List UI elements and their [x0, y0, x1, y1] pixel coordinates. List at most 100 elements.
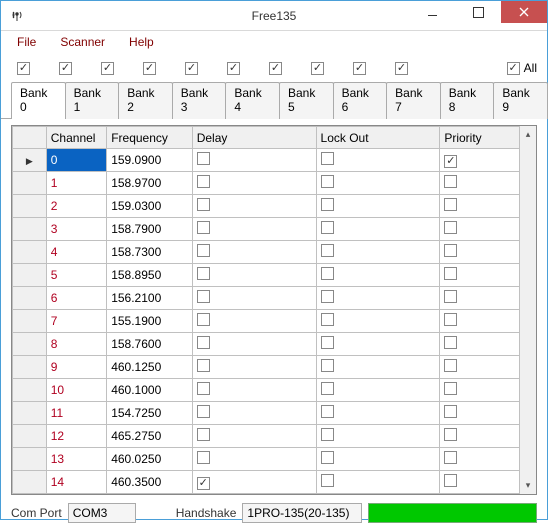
cell-lockout[interactable]	[316, 264, 440, 287]
cell-lockout[interactable]	[316, 448, 440, 471]
cell-frequency[interactable]: 159.0300	[107, 195, 193, 218]
table-row[interactable]: 14460.3500	[13, 471, 536, 494]
cell-channel[interactable]: 12	[46, 425, 106, 448]
col-lockout[interactable]: Lock Out	[316, 127, 440, 149]
cell-frequency[interactable]: 154.7250	[107, 402, 193, 425]
cell-lockout[interactable]	[316, 218, 440, 241]
lockout-checkbox[interactable]	[321, 336, 334, 349]
row-indicator[interactable]	[13, 149, 47, 172]
table-row[interactable]: 2159.0300	[13, 195, 536, 218]
cell-frequency[interactable]: 158.7300	[107, 241, 193, 264]
lockout-checkbox[interactable]	[321, 451, 334, 464]
lockout-checkbox[interactable]	[321, 267, 334, 280]
row-indicator[interactable]	[13, 379, 47, 402]
priority-checkbox[interactable]	[444, 198, 457, 211]
menu-file[interactable]: File	[7, 33, 46, 51]
cell-channel[interactable]: 0	[46, 149, 106, 172]
comport-field[interactable]: COM3	[68, 503, 136, 523]
table-row[interactable]: 4158.7300	[13, 241, 536, 264]
cell-lockout[interactable]	[316, 172, 440, 195]
cell-channel[interactable]: 1	[46, 172, 106, 195]
cell-delay[interactable]	[192, 172, 316, 195]
row-indicator[interactable]	[13, 241, 47, 264]
delay-checkbox[interactable]	[197, 313, 210, 326]
tab-bank-6[interactable]: Bank 6	[333, 82, 388, 119]
table-row[interactable]: 13460.0250	[13, 448, 536, 471]
cell-lockout[interactable]	[316, 149, 440, 172]
cell-delay[interactable]	[192, 241, 316, 264]
cell-frequency[interactable]: 460.0250	[107, 448, 193, 471]
table-row[interactable]: 10460.1000	[13, 379, 536, 402]
cell-frequency[interactable]: 158.7600	[107, 333, 193, 356]
lockout-checkbox[interactable]	[321, 244, 334, 257]
cell-channel[interactable]: 9	[46, 356, 106, 379]
cell-channel[interactable]: 8	[46, 333, 106, 356]
priority-checkbox[interactable]	[444, 382, 457, 395]
cell-lockout[interactable]	[316, 310, 440, 333]
delay-checkbox[interactable]	[197, 290, 210, 303]
priority-checkbox[interactable]	[444, 290, 457, 303]
lockout-checkbox[interactable]	[321, 428, 334, 441]
cell-delay[interactable]	[192, 195, 316, 218]
cell-delay[interactable]	[192, 310, 316, 333]
lockout-checkbox[interactable]	[321, 382, 334, 395]
cell-lockout[interactable]	[316, 333, 440, 356]
cell-delay[interactable]	[192, 356, 316, 379]
bank-check-5[interactable]	[227, 62, 240, 75]
handshake-field[interactable]: 1PRO-135(20-135)	[242, 503, 362, 523]
delay-checkbox[interactable]	[197, 221, 210, 234]
tab-bank-3[interactable]: Bank 3	[172, 82, 227, 119]
cell-frequency[interactable]: 158.8950	[107, 264, 193, 287]
lockout-checkbox[interactable]	[321, 313, 334, 326]
delay-checkbox[interactable]	[197, 198, 210, 211]
cell-frequency[interactable]: 158.7900	[107, 218, 193, 241]
cell-channel[interactable]: 13	[46, 448, 106, 471]
minimize-button[interactable]	[409, 1, 455, 23]
delay-checkbox[interactable]	[197, 175, 210, 188]
priority-checkbox[interactable]	[444, 313, 457, 326]
scroll-down-icon[interactable]: ▾	[520, 477, 537, 494]
lockout-checkbox[interactable]	[321, 152, 334, 165]
cell-delay[interactable]	[192, 333, 316, 356]
cell-frequency[interactable]: 158.9700	[107, 172, 193, 195]
table-row[interactable]: 7155.1900	[13, 310, 536, 333]
cell-channel[interactable]: 7	[46, 310, 106, 333]
bank-check-4[interactable]	[185, 62, 198, 75]
delay-checkbox[interactable]	[197, 152, 210, 165]
priority-checkbox[interactable]	[444, 267, 457, 280]
cell-frequency[interactable]: 156.2100	[107, 287, 193, 310]
row-indicator[interactable]	[13, 425, 47, 448]
row-indicator[interactable]	[13, 172, 47, 195]
priority-checkbox[interactable]	[444, 451, 457, 464]
cell-lockout[interactable]	[316, 471, 440, 494]
delay-checkbox[interactable]	[197, 382, 210, 395]
tab-bank-8[interactable]: Bank 8	[440, 82, 495, 119]
delay-checkbox[interactable]	[197, 336, 210, 349]
tab-bank-1[interactable]: Bank 1	[65, 82, 120, 119]
tab-bank-4[interactable]: Bank 4	[225, 82, 280, 119]
priority-checkbox[interactable]	[444, 474, 457, 487]
cell-frequency[interactable]: 155.1900	[107, 310, 193, 333]
priority-checkbox[interactable]	[444, 221, 457, 234]
bank-check-0[interactable]	[17, 62, 30, 75]
cell-lockout[interactable]	[316, 195, 440, 218]
row-indicator[interactable]	[13, 356, 47, 379]
lockout-checkbox[interactable]	[321, 290, 334, 303]
tab-bank-7[interactable]: Bank 7	[386, 82, 441, 119]
lockout-checkbox[interactable]	[321, 474, 334, 487]
table-row[interactable]: 6156.2100	[13, 287, 536, 310]
lockout-checkbox[interactable]	[321, 359, 334, 372]
table-row[interactable]: 0159.0900	[13, 149, 536, 172]
tab-bank-0[interactable]: Bank 0	[11, 82, 66, 119]
table-row[interactable]: 9460.1250	[13, 356, 536, 379]
row-indicator[interactable]	[13, 287, 47, 310]
lockout-checkbox[interactable]	[321, 175, 334, 188]
delay-checkbox[interactable]	[197, 428, 210, 441]
cell-lockout[interactable]	[316, 379, 440, 402]
bank-check-1[interactable]	[59, 62, 72, 75]
delay-checkbox[interactable]	[197, 267, 210, 280]
bank-check-3[interactable]	[143, 62, 156, 75]
cell-frequency[interactable]: 465.2750	[107, 425, 193, 448]
cell-channel[interactable]: 4	[46, 241, 106, 264]
delay-checkbox[interactable]	[197, 451, 210, 464]
